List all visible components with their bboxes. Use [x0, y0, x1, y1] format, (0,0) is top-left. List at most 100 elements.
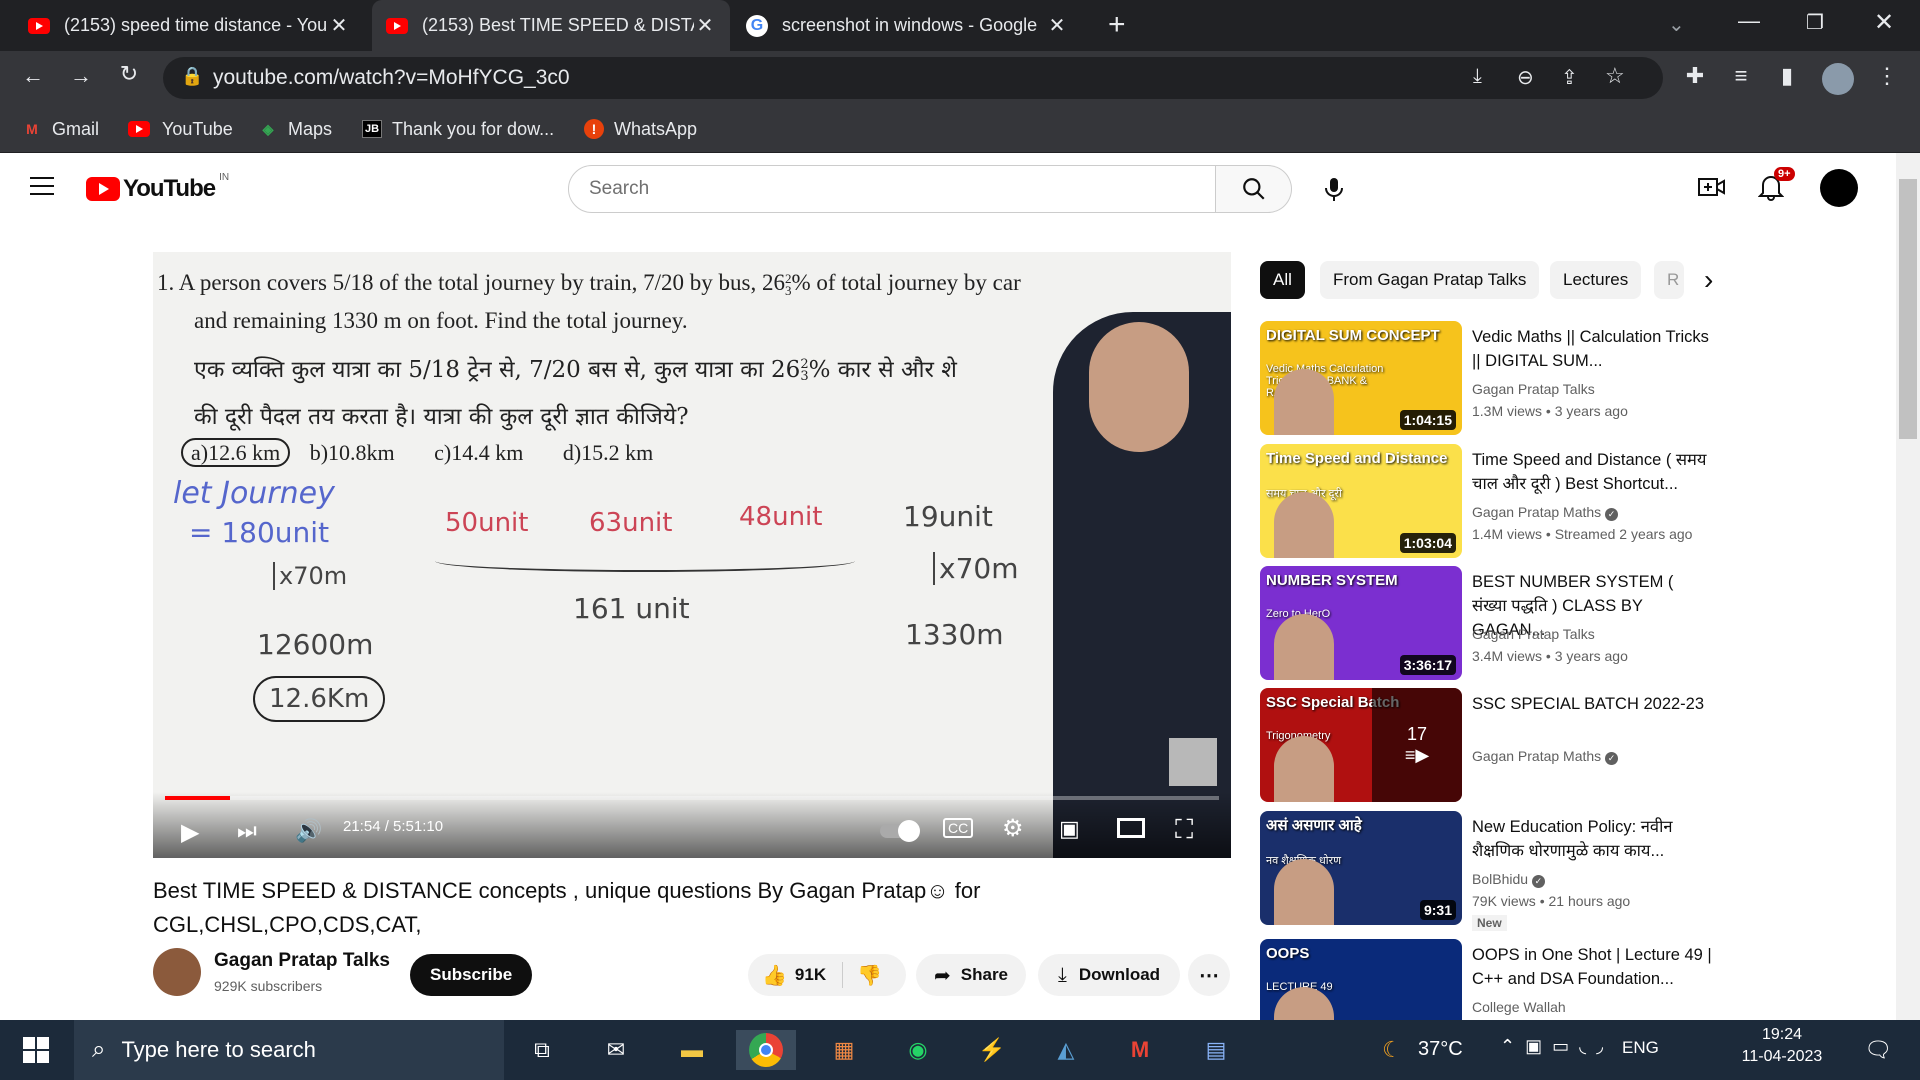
browser-tab[interactable]: G screenshot in windows - Google ✕ — [732, 0, 1082, 51]
video-thumbnail[interactable]: NUMBER SYSTEMZero to HerO3:36:17 — [1260, 566, 1462, 680]
media-icon[interactable]: ≡ — [1726, 63, 1756, 89]
video-thumbnail[interactable]: Time Speed and Distanceसमय चाल और दूरी1:… — [1260, 444, 1462, 558]
progress-bar[interactable] — [165, 796, 1219, 800]
mysql-icon[interactable]: ◭ — [1046, 1030, 1086, 1070]
chrome-menu-icon[interactable]: ⋮ — [1872, 63, 1902, 89]
restore-icon[interactable]: ❐ — [1806, 10, 1824, 35]
task-view-icon[interactable]: ⧉ — [522, 1030, 562, 1070]
clock[interactable]: 19:24 11-04-2023 — [1736, 1026, 1828, 1066]
recommendation-channel[interactable]: Gagan Pratap Maths ✓ — [1472, 748, 1619, 765]
next-button[interactable]: ⏭ — [237, 818, 257, 844]
like-icon[interactable]: 👍 — [762, 963, 787, 988]
dislike-icon[interactable]: 👎 — [857, 963, 882, 988]
file-explorer-icon[interactable]: ▬ — [672, 1030, 712, 1070]
youtube-logo[interactable]: YouTube IN — [86, 172, 229, 203]
windows-start-icon[interactable] — [16, 1030, 56, 1070]
video-thumbnail[interactable]: असं असणार आहेनव शैक्षणिक धोरण9:31 — [1260, 811, 1462, 925]
close-tab-icon[interactable]: ✕ — [1046, 13, 1068, 38]
install-icon[interactable]: ⤓ — [1473, 65, 1482, 88]
tab-search-icon[interactable]: ⌄ — [1668, 12, 1685, 37]
mail-icon[interactable]: ✉ — [596, 1030, 636, 1070]
bookmark-maps[interactable]: ◈ Maps — [258, 105, 332, 153]
taskbar-search-box[interactable]: ⌕ Type here to search — [74, 1020, 504, 1080]
video-player[interactable]: 1. A person covers 5/18 of the total jou… — [153, 252, 1231, 858]
chip-lectures[interactable]: Lectures — [1550, 261, 1642, 299]
calculator-icon[interactable]: ▤ — [1196, 1030, 1236, 1070]
autoplay-toggle[interactable] — [880, 820, 920, 842]
page-scrollbar[interactable] — [1896, 153, 1920, 1020]
download-button[interactable]: ⤓ Download — [1038, 954, 1181, 996]
recommendation-channel[interactable]: Gagan Pratap Talks — [1472, 381, 1595, 397]
system-tray-icons[interactable]: ⌃▣▭◟◞ — [1500, 1036, 1613, 1057]
bookmark-youtube[interactable]: YouTube — [128, 105, 233, 153]
zoom-icon[interactable]: ⊖ — [1517, 65, 1534, 90]
fullscreen-icon[interactable]: ⛶ — [1175, 814, 1193, 846]
menu-icon[interactable] — [30, 177, 54, 197]
browser-tab-active[interactable]: (2153) Best TIME SPEED & DISTA ✕ — [372, 0, 730, 51]
weather-icon[interactable]: ☾ — [1372, 1030, 1412, 1070]
recommendation-title[interactable]: SSC SPECIAL BATCH 2022-23 — [1472, 692, 1712, 716]
notifications-icon[interactable]: 9+ — [1757, 167, 1795, 203]
channel-name[interactable]: Gagan Pratap Talks — [214, 950, 390, 972]
recommendation-title[interactable]: OOPS in One Shot | Lecture 49 | C++ and … — [1472, 943, 1712, 991]
bookmark-gmail[interactable]: M Gmail — [22, 105, 99, 153]
recommendation-item[interactable]: NUMBER SYSTEMZero to HerO3:36:17BEST NUM… — [1260, 566, 1880, 680]
chip-all[interactable]: All — [1260, 261, 1305, 299]
close-window-icon[interactable]: ✕ — [1874, 8, 1894, 37]
bookmark-star-icon[interactable]: ☆ — [1605, 63, 1625, 89]
account-avatar[interactable] — [1820, 169, 1858, 207]
recommendation-title[interactable]: Time Speed and Distance ( समय चाल और दूर… — [1472, 448, 1712, 496]
close-tab-icon[interactable]: ✕ — [328, 13, 350, 38]
search-button[interactable] — [1216, 165, 1292, 213]
recommendation-item[interactable]: Time Speed and Distanceसमय चाल और दूरी1:… — [1260, 444, 1880, 558]
subtitles-button[interactable]: CC — [943, 818, 974, 838]
video-thumbnail[interactable]: SSC Special BatchTrigonometry17≡▶ — [1260, 688, 1462, 802]
recommendation-title[interactable]: New Education Policy: नवीन शैक्षणिक धोरण… — [1472, 815, 1712, 863]
bookmark-jetbrains[interactable]: JB Thank you for dow... — [362, 105, 554, 153]
recommendation-channel[interactable]: Gagan Pratap Maths ✓ — [1472, 504, 1619, 521]
address-bar[interactable]: 🔒 youtube.com/watch?v=MoHfYCG_3c0 ⤓ ⊖ ⇪ … — [163, 57, 1663, 99]
theater-mode-icon[interactable] — [1117, 818, 1145, 838]
recommendation-item[interactable]: असं असणार आहेनव शैक्षणिक धोरण9:31New Edu… — [1260, 811, 1880, 931]
reload-icon[interactable]: ↻ — [114, 61, 144, 87]
miniplayer-icon[interactable]: ▣ — [1059, 816, 1080, 842]
scrollbar-thumb[interactable] — [1899, 179, 1917, 439]
recommendation-title[interactable]: Vedic Maths || Calculation Tricks || DIG… — [1472, 325, 1712, 373]
side-panel-icon[interactable]: ▮ — [1772, 63, 1802, 89]
more-actions-icon[interactable]: ⋯ — [1188, 954, 1230, 996]
settings-icon[interactable]: ⚙ — [1002, 814, 1024, 843]
language-indicator[interactable]: ENG — [1622, 1038, 1659, 1058]
back-icon[interactable]: ← — [18, 63, 48, 89]
profile-avatar[interactable] — [1822, 63, 1854, 95]
chevron-right-icon[interactable]: › — [1704, 264, 1713, 296]
chip-from-channel[interactable]: From Gagan Pratap Talks — [1320, 261, 1540, 299]
recommendation-item[interactable]: DIGITAL SUM CONCEPTVedic Maths Calculati… — [1260, 321, 1880, 435]
play-button[interactable]: ▶ — [181, 818, 199, 847]
gmail-taskbar-icon[interactable]: M — [1120, 1030, 1160, 1070]
volume-icon[interactable]: 🔊 — [295, 818, 322, 844]
close-tab-icon[interactable]: ✕ — [694, 13, 716, 38]
share-icon[interactable]: ⇪ — [1561, 65, 1578, 90]
chip-more[interactable]: R — [1654, 261, 1684, 299]
chrome-taskbar-icon[interactable] — [736, 1030, 796, 1070]
app-icon[interactable]: ⚡ — [972, 1030, 1012, 1070]
voice-search-button[interactable] — [1312, 167, 1356, 211]
office-icon[interactable]: ▦ — [824, 1030, 864, 1070]
forward-icon[interactable]: → — [66, 63, 96, 89]
bookmark-whatsapp[interactable]: ! WhatsApp — [584, 105, 697, 153]
channel-avatar[interactable] — [153, 948, 201, 996]
recommendation-channel[interactable]: College Wallah — [1472, 999, 1566, 1015]
extensions-icon[interactable]: ✚ — [1680, 63, 1710, 89]
create-video-icon[interactable] — [1698, 175, 1726, 199]
like-count[interactable]: 91K — [795, 965, 826, 985]
recommendation-channel[interactable]: BolBhidu ✓ — [1472, 871, 1545, 888]
share-button[interactable]: ➦ Share — [916, 954, 1027, 996]
notification-center-icon[interactable]: 🗨 — [1858, 1030, 1898, 1070]
search-input[interactable]: Search — [568, 165, 1216, 213]
recommendation-channel[interactable]: Gagan Pratap Talks — [1472, 626, 1595, 642]
recommendation-item[interactable]: SSC Special BatchTrigonometry17≡▶ SSC SPE… — [1260, 688, 1880, 802]
subscribe-button[interactable]: Subscribe — [410, 954, 533, 996]
minimize-icon[interactable]: — — [1738, 8, 1760, 34]
whatsapp-taskbar-icon[interactable]: ◉ — [898, 1030, 938, 1070]
browser-tab[interactable]: (2153) speed time distance - You ✕ — [14, 0, 364, 51]
